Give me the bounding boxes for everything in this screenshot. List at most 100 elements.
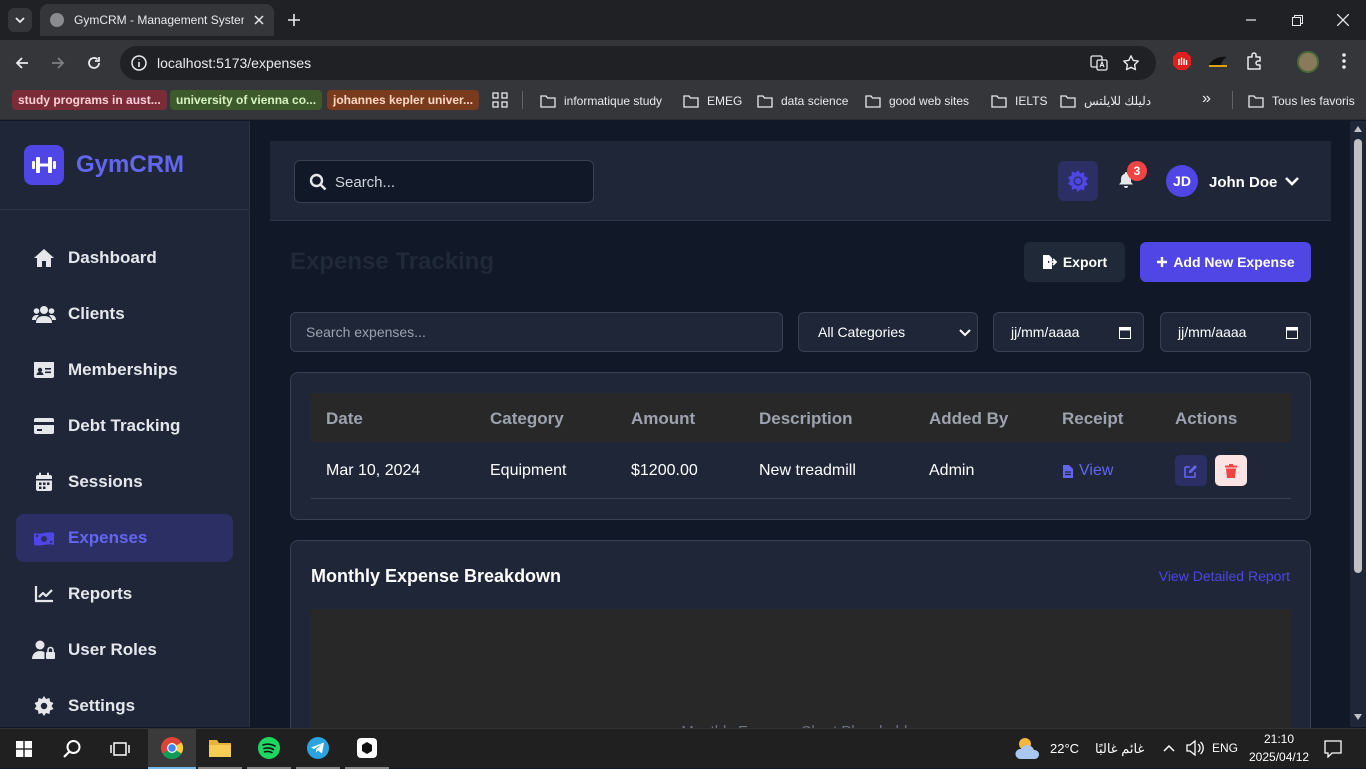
sidebar-item-label: Clients: [68, 304, 125, 323]
sidebar-item-memberships[interactable]: Memberships: [16, 346, 233, 394]
expense-search-input[interactable]: Search expenses...: [290, 312, 783, 352]
taskbar-file-explorer[interactable]: [198, 729, 242, 769]
view-detailed-report-link[interactable]: View Detailed Report: [1159, 568, 1290, 584]
chevron-down-icon: [959, 329, 971, 337]
user-name[interactable]: John Doe: [1209, 174, 1277, 191]
bookmarks-overflow-button[interactable]: »: [1202, 90, 1211, 108]
minimize-icon: [1246, 19, 1256, 21]
folder-icon: [991, 94, 1007, 108]
weather-icon[interactable]: [1014, 735, 1044, 761]
sidebar-item-expenses[interactable]: Expenses: [16, 514, 233, 562]
kebab-menu-icon[interactable]: [1336, 51, 1352, 71]
page-scrollbar[interactable]: [1350, 121, 1366, 727]
taskbar-spotify[interactable]: [247, 729, 291, 769]
cell-category: Equipment: [490, 462, 567, 479]
scroll-thumb[interactable]: [1354, 139, 1362, 573]
bookmark-chip[interactable]: university of vienna co...: [170, 90, 323, 110]
sidebar-item-settings[interactable]: Settings: [16, 682, 233, 730]
gear-icon: [32, 694, 56, 718]
adblock-icon[interactable]: [1172, 51, 1192, 71]
taskbar-chrome[interactable]: [148, 729, 196, 769]
taskbar: 22°C غائم غالبًا ENG 21:10 2025/04/12: [0, 728, 1366, 769]
weather-condition[interactable]: غائم غالبًا: [1095, 741, 1144, 757]
back-button[interactable]: [10, 51, 34, 75]
bookmark-folder[interactable]: informatique study: [540, 92, 662, 110]
receipt-view-link[interactable]: View: [1062, 462, 1113, 480]
column-header[interactable]: Date: [326, 409, 363, 429]
column-header[interactable]: Category: [490, 409, 564, 429]
add-expense-button[interactable]: Add New Expense: [1140, 242, 1311, 282]
calendar-icon[interactable]: [1119, 326, 1131, 339]
sidebar-item-dashboard[interactable]: Dashboard: [16, 234, 233, 282]
theme-toggle-button[interactable]: [1058, 161, 1098, 201]
apps-grid-icon[interactable]: [492, 92, 508, 108]
sidebar-item-debt-tracking[interactable]: Debt Tracking: [16, 402, 233, 450]
bookmark-star-icon[interactable]: [1122, 54, 1140, 72]
extension-dark-icon[interactable]: [1207, 51, 1229, 71]
forward-button[interactable]: [46, 51, 70, 75]
column-header[interactable]: Added By: [929, 409, 1008, 429]
bookmark-folder[interactable]: EMEG: [683, 92, 742, 110]
bookmark-folder[interactable]: IELTS: [991, 92, 1047, 110]
search-input[interactable]: Search...: [294, 160, 594, 203]
sidebar-item-clients[interactable]: Clients: [16, 290, 233, 338]
sidebar-item-user-roles[interactable]: User Roles: [16, 626, 233, 674]
new-tab-button[interactable]: [282, 8, 306, 32]
bookmark-folder[interactable]: good web sites: [865, 92, 969, 110]
windows-icon: [16, 741, 32, 757]
bookmark-chip[interactable]: johannes kepler univer...: [327, 90, 480, 110]
address-bar[interactable]: localhost:5173/expenses: [120, 46, 1156, 80]
start-button[interactable]: [2, 729, 46, 769]
bookmark-folder-label: EMEG: [707, 94, 743, 108]
sun-icon: [1068, 170, 1088, 192]
calendar-icon[interactable]: [1286, 326, 1298, 339]
volume-icon[interactable]: [1186, 740, 1204, 756]
tab-search-button[interactable]: [8, 8, 32, 32]
scroll-up-icon[interactable]: [1353, 125, 1363, 133]
site-info-icon[interactable]: [130, 54, 148, 72]
translate-icon[interactable]: [1090, 54, 1108, 72]
all-bookmarks-button[interactable]: Tous les favoris: [1248, 92, 1355, 110]
delete-button[interactable]: [1215, 455, 1247, 486]
extensions-icon[interactable]: [1245, 51, 1265, 71]
task-view-button[interactable]: [98, 729, 142, 769]
bookmark-folder[interactable]: data science: [757, 92, 848, 110]
taskbar-search-button[interactable]: [50, 729, 94, 769]
minimize-button[interactable]: [1228, 6, 1274, 34]
sidebar-item-reports[interactable]: Reports: [16, 570, 233, 618]
bookmark-folder-label: good web sites: [889, 94, 970, 108]
column-header[interactable]: Amount: [631, 409, 695, 429]
input-language[interactable]: ENG: [1212, 741, 1238, 755]
bookmark-folder[interactable]: دليلك للايلتس: [1060, 92, 1151, 110]
user-avatar[interactable]: JD: [1166, 165, 1198, 197]
clock-date[interactable]: 2025/04/12: [1249, 750, 1309, 764]
chevron-down-icon[interactable]: [1284, 175, 1300, 187]
close-window-button[interactable]: [1320, 6, 1366, 34]
chevron-up-icon[interactable]: [1163, 743, 1175, 753]
url-text[interactable]: localhost:5173/expenses: [157, 55, 311, 71]
column-header[interactable]: Description: [759, 409, 853, 429]
notification-center-icon[interactable]: [1324, 740, 1342, 758]
category-select[interactable]: All Categories: [798, 312, 978, 352]
reload-button[interactable]: [82, 51, 106, 75]
column-header[interactable]: Receipt: [1062, 409, 1123, 429]
browser-tab[interactable]: GymCRM - Management System: [40, 4, 274, 36]
taskbar-telegram[interactable]: [296, 729, 340, 769]
scroll-down-icon[interactable]: [1353, 713, 1363, 721]
export-button[interactable]: Export: [1024, 242, 1125, 282]
sidebar: GymCRM Dashboard Clients Memberships Deb…: [0, 121, 250, 727]
profile-avatar[interactable]: [1297, 51, 1319, 73]
bookmark-separator: [1232, 91, 1233, 109]
restore-button[interactable]: [1274, 6, 1320, 34]
edit-button[interactable]: [1175, 455, 1207, 486]
weather-temperature[interactable]: 22°C: [1050, 741, 1079, 756]
sidebar-item-sessions[interactable]: Sessions: [16, 458, 233, 506]
brand[interactable]: GymCRM: [24, 145, 184, 185]
bookmark-chip[interactable]: study programs in aust...: [12, 90, 167, 110]
date-to-input[interactable]: jj/mm/aaaa: [1160, 312, 1311, 352]
taskbar-app[interactable]: [345, 729, 389, 769]
date-from-input[interactable]: jj/mm/aaaa: [993, 312, 1144, 352]
close-icon[interactable]: [254, 15, 264, 25]
clock-time[interactable]: 21:10: [1264, 732, 1294, 746]
sidebar-item-label: Debt Tracking: [68, 416, 181, 435]
